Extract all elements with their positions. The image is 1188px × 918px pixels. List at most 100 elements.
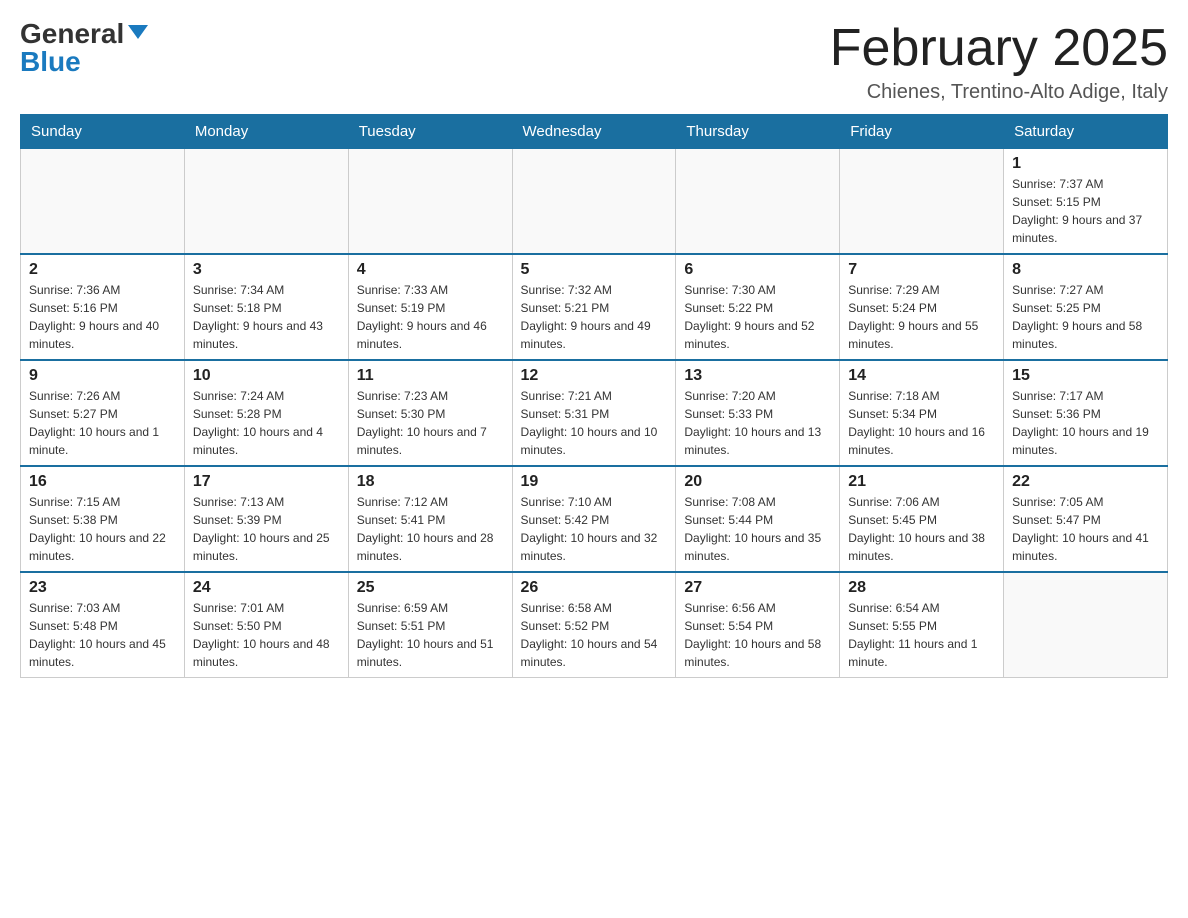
day-number: 11 bbox=[357, 367, 504, 385]
day-number: 15 bbox=[1012, 367, 1159, 385]
day-info: Sunrise: 7:27 AMSunset: 5:25 PMDaylight:… bbox=[1012, 281, 1159, 353]
day-info: Sunrise: 7:24 AMSunset: 5:28 PMDaylight:… bbox=[193, 387, 340, 459]
calendar-day-cell: 24 Sunrise: 7:01 AMSunset: 5:50 PMDayligh… bbox=[184, 572, 348, 678]
calendar-day-cell: 15 Sunrise: 7:17 AMSunset: 5:36 PMDayligh… bbox=[1004, 360, 1168, 466]
calendar-day-cell: 9 Sunrise: 7:26 AMSunset: 5:27 PMDaylight… bbox=[21, 360, 185, 466]
calendar-day-cell: 12 Sunrise: 7:21 AMSunset: 5:31 PMDayligh… bbox=[512, 360, 676, 466]
calendar-day-cell bbox=[184, 149, 348, 255]
calendar-day-cell: 16 Sunrise: 7:15 AMSunset: 5:38 PMDayligh… bbox=[21, 466, 185, 572]
day-info: Sunrise: 7:20 AMSunset: 5:33 PMDaylight:… bbox=[684, 387, 831, 459]
weekday-header-saturday: Saturday bbox=[1004, 115, 1168, 149]
calendar-day-cell: 28 Sunrise: 6:54 AMSunset: 5:55 PMDayligh… bbox=[840, 572, 1004, 678]
calendar-day-cell: 3Sunrise: 7:34 AMSunset: 5:18 PMDaylight… bbox=[184, 254, 348, 360]
logo: General Blue bbox=[20, 20, 148, 76]
day-number: 25 bbox=[357, 579, 504, 597]
day-number: 4 bbox=[357, 261, 504, 279]
calendar-week-row: 23 Sunrise: 7:03 AMSunset: 5:48 PMDayligh… bbox=[21, 572, 1168, 678]
day-info: Sunrise: 7:08 AMSunset: 5:44 PMDaylight:… bbox=[684, 493, 831, 565]
day-number: 22 bbox=[1012, 473, 1159, 491]
day-number: 23 bbox=[29, 579, 176, 597]
day-info: Sunrise: 7:21 AMSunset: 5:31 PMDaylight:… bbox=[521, 387, 668, 459]
calendar-day-cell: 14 Sunrise: 7:18 AMSunset: 5:34 PMDayligh… bbox=[840, 360, 1004, 466]
day-number: 3 bbox=[193, 261, 340, 279]
day-info: Sunrise: 7:30 AMSunset: 5:22 PMDaylight:… bbox=[684, 281, 831, 353]
calendar-day-cell: 19Sunrise: 7:10 AMSunset: 5:42 PMDayligh… bbox=[512, 466, 676, 572]
day-number: 9 bbox=[29, 367, 176, 385]
weekday-header-monday: Monday bbox=[184, 115, 348, 149]
day-info: Sunrise: 6:59 AMSunset: 5:51 PMDaylight:… bbox=[357, 599, 504, 671]
day-info: Sunrise: 6:54 AMSunset: 5:55 PMDaylight:… bbox=[848, 599, 995, 671]
weekday-header-friday: Friday bbox=[840, 115, 1004, 149]
location-title: Chienes, Trentino-Alto Adige, Italy bbox=[830, 81, 1168, 104]
logo-general-text: General bbox=[20, 20, 124, 48]
day-number: 28 bbox=[848, 579, 995, 597]
calendar-day-cell: 20 Sunrise: 7:08 AMSunset: 5:44 PMDayligh… bbox=[676, 466, 840, 572]
day-number: 20 bbox=[684, 473, 831, 491]
calendar-day-cell: 13 Sunrise: 7:20 AMSunset: 5:33 PMDayligh… bbox=[676, 360, 840, 466]
calendar-day-cell: 22 Sunrise: 7:05 AMSunset: 5:47 PMDayligh… bbox=[1004, 466, 1168, 572]
day-info: Sunrise: 7:17 AMSunset: 5:36 PMDaylight:… bbox=[1012, 387, 1159, 459]
day-number: 24 bbox=[193, 579, 340, 597]
calendar-day-cell: 4 Sunrise: 7:33 AMSunset: 5:19 PMDaylight… bbox=[348, 254, 512, 360]
day-info: Sunrise: 7:26 AMSunset: 5:27 PMDaylight:… bbox=[29, 387, 176, 459]
day-number: 26 bbox=[521, 579, 668, 597]
day-number: 8 bbox=[1012, 261, 1159, 279]
calendar-day-cell: 2 Sunrise: 7:36 AMSunset: 5:16 PMDaylight… bbox=[21, 254, 185, 360]
day-number: 6 bbox=[684, 261, 831, 279]
calendar-day-cell: 11 Sunrise: 7:23 AMSunset: 5:30 PMDayligh… bbox=[348, 360, 512, 466]
weekday-header-wednesday: Wednesday bbox=[512, 115, 676, 149]
day-info: Sunrise: 7:05 AMSunset: 5:47 PMDaylight:… bbox=[1012, 493, 1159, 565]
day-number: 14 bbox=[848, 367, 995, 385]
calendar-day-cell bbox=[21, 149, 185, 255]
calendar-day-cell: 26 Sunrise: 6:58 AMSunset: 5:52 PMDayligh… bbox=[512, 572, 676, 678]
day-info: Sunrise: 7:32 AMSunset: 5:21 PMDaylight:… bbox=[521, 281, 668, 353]
day-number: 13 bbox=[684, 367, 831, 385]
logo-blue-text: Blue bbox=[20, 48, 81, 76]
calendar-week-row: 16 Sunrise: 7:15 AMSunset: 5:38 PMDayligh… bbox=[21, 466, 1168, 572]
calendar-day-cell: 25 Sunrise: 6:59 AMSunset: 5:51 PMDayligh… bbox=[348, 572, 512, 678]
day-number: 19 bbox=[521, 473, 668, 491]
calendar-day-cell: 5 Sunrise: 7:32 AMSunset: 5:21 PMDaylight… bbox=[512, 254, 676, 360]
day-number: 16 bbox=[29, 473, 176, 491]
day-info: Sunrise: 7:03 AMSunset: 5:48 PMDaylight:… bbox=[29, 599, 176, 671]
day-number: 21 bbox=[848, 473, 995, 491]
day-info: Sunrise: 6:58 AMSunset: 5:52 PMDaylight:… bbox=[521, 599, 668, 671]
weekday-header-thursday: Thursday bbox=[676, 115, 840, 149]
calendar-day-cell: 18 Sunrise: 7:12 AMSunset: 5:41 PMDayligh… bbox=[348, 466, 512, 572]
calendar-table: SundayMondayTuesdayWednesdayThursdayFrid… bbox=[20, 114, 1168, 678]
day-number: 10 bbox=[193, 367, 340, 385]
calendar-day-cell bbox=[676, 149, 840, 255]
calendar-header-row: SundayMondayTuesdayWednesdayThursdayFrid… bbox=[21, 115, 1168, 149]
day-number: 2 bbox=[29, 261, 176, 279]
weekday-header-tuesday: Tuesday bbox=[348, 115, 512, 149]
day-info: Sunrise: 6:56 AMSunset: 5:54 PMDaylight:… bbox=[684, 599, 831, 671]
calendar-day-cell: 21 Sunrise: 7:06 AMSunset: 5:45 PMDayligh… bbox=[840, 466, 1004, 572]
weekday-header-sunday: Sunday bbox=[21, 115, 185, 149]
day-info: Sunrise: 7:36 AMSunset: 5:16 PMDaylight:… bbox=[29, 281, 176, 353]
day-info: Sunrise: 7:15 AMSunset: 5:38 PMDaylight:… bbox=[29, 493, 176, 565]
day-info: Sunrise: 7:18 AMSunset: 5:34 PMDaylight:… bbox=[848, 387, 995, 459]
day-number: 1 bbox=[1012, 155, 1159, 173]
calendar-day-cell: 27Sunrise: 6:56 AMSunset: 5:54 PMDayligh… bbox=[676, 572, 840, 678]
calendar-day-cell: 7Sunrise: 7:29 AMSunset: 5:24 PMDaylight… bbox=[840, 254, 1004, 360]
calendar-day-cell: 6 Sunrise: 7:30 AMSunset: 5:22 PMDaylight… bbox=[676, 254, 840, 360]
calendar-day-cell bbox=[512, 149, 676, 255]
calendar-week-row: 9 Sunrise: 7:26 AMSunset: 5:27 PMDaylight… bbox=[21, 360, 1168, 466]
day-number: 12 bbox=[521, 367, 668, 385]
day-number: 18 bbox=[357, 473, 504, 491]
day-info: Sunrise: 7:23 AMSunset: 5:30 PMDaylight:… bbox=[357, 387, 504, 459]
calendar-week-row: 2 Sunrise: 7:36 AMSunset: 5:16 PMDaylight… bbox=[21, 254, 1168, 360]
day-info: Sunrise: 7:12 AMSunset: 5:41 PMDaylight:… bbox=[357, 493, 504, 565]
calendar-day-cell: 17Sunrise: 7:13 AMSunset: 5:39 PMDayligh… bbox=[184, 466, 348, 572]
calendar-day-cell bbox=[840, 149, 1004, 255]
day-info: Sunrise: 7:13 AMSunset: 5:39 PMDaylight:… bbox=[193, 493, 340, 565]
day-number: 5 bbox=[521, 261, 668, 279]
calendar-week-row: 1Sunrise: 7:37 AMSunset: 5:15 PMDaylight… bbox=[21, 149, 1168, 255]
day-info: Sunrise: 7:33 AMSunset: 5:19 PMDaylight:… bbox=[357, 281, 504, 353]
calendar-day-cell: 1Sunrise: 7:37 AMSunset: 5:15 PMDaylight… bbox=[1004, 149, 1168, 255]
logo-triangle-icon bbox=[128, 25, 148, 39]
day-info: Sunrise: 7:06 AMSunset: 5:45 PMDaylight:… bbox=[848, 493, 995, 565]
day-info: Sunrise: 7:01 AMSunset: 5:50 PMDaylight:… bbox=[193, 599, 340, 671]
calendar-day-cell: 10 Sunrise: 7:24 AMSunset: 5:28 PMDayligh… bbox=[184, 360, 348, 466]
page-header: General Blue February 2025 Chienes, Tren… bbox=[20, 20, 1168, 104]
